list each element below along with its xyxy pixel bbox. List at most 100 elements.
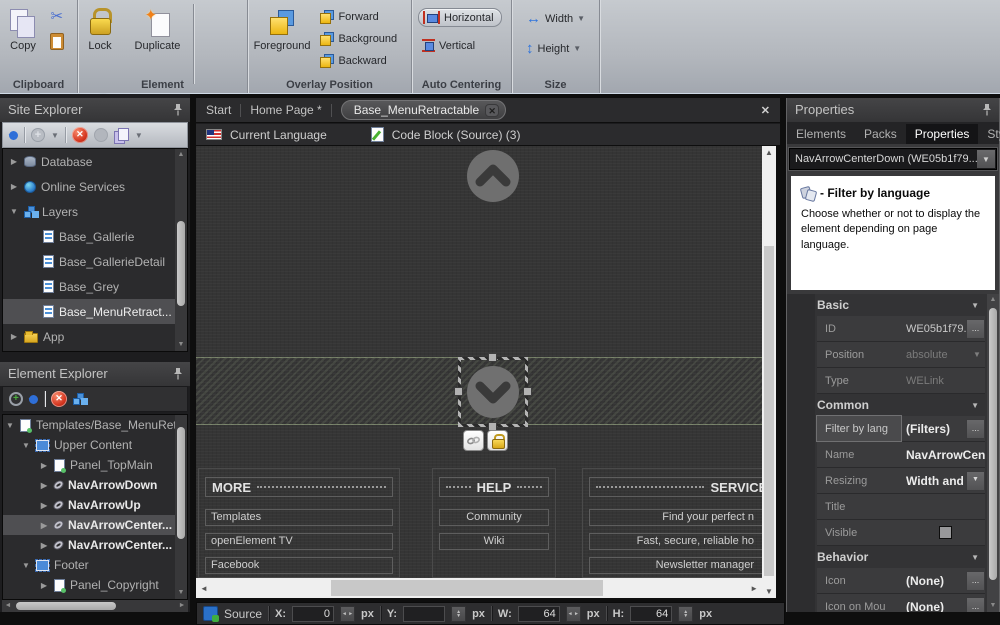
tree-item-base-grey[interactable]: Base_Grey — [3, 274, 187, 299]
footer-link[interactable]: Wiki — [439, 533, 549, 550]
foreground-button[interactable]: Foreground — [248, 0, 316, 72]
collapse-icon[interactable]: ▼ — [971, 401, 979, 410]
zoom-icon[interactable]: + — [9, 392, 23, 406]
pin-icon[interactable] — [173, 104, 183, 116]
scroll-down-icon[interactable]: ▼ — [762, 587, 776, 596]
scrollbar-thumb[interactable] — [177, 221, 185, 306]
scroll-down-icon[interactable]: ▼ — [175, 339, 187, 351]
expander-icon[interactable]: ▼ — [21, 561, 31, 570]
tree-item-base-menuretractable[interactable]: Base_MenuRetract... — [3, 299, 187, 324]
scroll-down-icon[interactable]: ▼ — [175, 587, 187, 599]
tab-start[interactable]: Start — [206, 103, 231, 117]
nav-arrow-up-graphic[interactable] — [466, 149, 520, 203]
chevron-down-icon[interactable]: ▼ — [977, 150, 995, 168]
forward-button[interactable]: Forward — [320, 7, 397, 26]
section-header-behavior[interactable]: Behavior ▼ — [817, 546, 985, 568]
footer-link[interactable]: Fast, secure, reliable ho — [589, 533, 762, 550]
horizontal-center-button[interactable]: Horizontal — [418, 8, 502, 27]
cut-icon[interactable]: ✂ — [50, 9, 64, 24]
tree-item-navarrowdown[interactable]: ▶NavArrowDown — [3, 475, 187, 495]
property-row-position[interactable]: Position absolute ▼ — [817, 342, 985, 368]
scroll-left-icon[interactable]: ◄ — [200, 584, 208, 593]
ellipsis-button[interactable]: ... — [966, 597, 985, 613]
expander-icon[interactable]: ▼ — [21, 441, 31, 450]
section-header-basic[interactable]: Basic ▼ — [817, 294, 985, 316]
tree-item-navarrowcenter[interactable]: ▶NavArrowCenter... — [3, 535, 187, 555]
refresh-icon[interactable] — [29, 395, 38, 404]
h-input[interactable] — [630, 606, 672, 622]
footer-link[interactable]: Community — [439, 509, 549, 526]
property-row-name[interactable]: Name NavArrowCen... — [817, 442, 985, 468]
expander-icon[interactable]: ▶ — [39, 541, 49, 550]
expander-icon[interactable]: ▶ — [39, 461, 49, 470]
tab-base-menuretractable[interactable]: Base_MenuRetractable ✕ — [341, 100, 506, 120]
canvas-scrollbar-vertical[interactable]: ▲ ▼ — [762, 146, 776, 598]
tree-item-navarrowcenter-selected[interactable]: ▶NavArrowCenter... — [3, 515, 187, 535]
width-button[interactable]: ↔ Width ▼ — [522, 9, 592, 28]
property-row-icon-on-mouse[interactable]: Icon on Mou (None) ... — [817, 594, 985, 612]
expander-icon[interactable]: ▶ — [39, 581, 49, 590]
tab-properties[interactable]: Properties — [906, 124, 979, 144]
expander-icon[interactable]: ▶ — [9, 157, 19, 166]
pin-icon[interactable] — [173, 368, 183, 380]
h-stepper[interactable]: ▲▼ — [678, 606, 693, 622]
pin-icon[interactable] — [982, 104, 992, 116]
height-button[interactable]: ↕ Height ▼ — [522, 39, 588, 58]
selection-handle[interactable] — [454, 387, 463, 396]
lock-tool-button[interactable] — [487, 430, 508, 451]
lock-button[interactable]: Lock — [78, 0, 122, 72]
add-icon[interactable]: + — [31, 128, 45, 142]
expander-icon[interactable]: ▶ — [9, 332, 19, 341]
expander-icon[interactable]: ▶ — [9, 182, 19, 191]
chevron-down-icon[interactable]: ▼ — [135, 131, 143, 140]
property-row-icon[interactable]: Icon (None) ... — [817, 568, 985, 594]
scroll-left-icon[interactable]: ◄ — [2, 600, 14, 612]
selection-frame[interactable] — [458, 357, 528, 427]
w-stepper[interactable]: ◄ ► — [566, 606, 581, 622]
selection-handle[interactable] — [523, 387, 532, 396]
scroll-up-icon[interactable]: ▲ — [175, 149, 187, 161]
scroll-right-icon[interactable]: ► — [176, 600, 188, 612]
w-input[interactable] — [518, 606, 560, 622]
copy-button[interactable]: Copy — [0, 0, 46, 72]
expander-icon[interactable]: ▶ — [39, 481, 49, 490]
tree-item-base-gallerie[interactable]: Base_Gallerie — [3, 224, 187, 249]
expander-icon[interactable]: ▶ — [39, 521, 49, 530]
x-input[interactable] — [292, 606, 334, 622]
nav-arrow-down-graphic[interactable] — [466, 365, 520, 419]
tab-packs[interactable]: Packs — [855, 124, 906, 144]
tree-item-template-root[interactable]: ▼Templates/Base_MenuRet... — [3, 415, 187, 435]
tree-item-footer[interactable]: ▼Footer — [3, 555, 187, 575]
footer-link[interactable]: Find your perfect n — [589, 509, 762, 526]
ellipsis-button[interactable]: ... — [966, 571, 985, 591]
tree-item-app[interactable]: ▶App — [3, 324, 187, 349]
scrollbar-thumb[interactable] — [177, 427, 185, 539]
link-tool-button[interactable] — [463, 430, 484, 451]
tree-item-panel-topmain[interactable]: ▶Panel_TopMain — [3, 455, 187, 475]
footer-link[interactable]: Templates — [205, 509, 393, 526]
expander-icon[interactable]: ▶ — [39, 501, 49, 510]
property-row-filter-by-language[interactable]: Filter by lang (Filters) ... — [817, 416, 985, 442]
tree-item-panel-copyright[interactable]: ▶Panel_Copyright — [3, 575, 187, 595]
tree-item-base-galleriedetail[interactable]: Base_GallerieDetail — [3, 249, 187, 274]
scrollbar-thumb[interactable] — [989, 308, 997, 580]
canvas-scrollbar-horizontal[interactable]: ◄ ► — [196, 578, 762, 598]
property-row-resizing[interactable]: Resizing Width and ... ▼ — [817, 468, 985, 494]
code-block-button[interactable]: Code Block (Source) (3) — [392, 128, 521, 142]
delete-icon[interactable]: ✕ — [51, 391, 67, 407]
tree-item-online-services[interactable]: ▶Online Services — [3, 174, 187, 199]
close-icon[interactable]: ✕ — [485, 104, 499, 117]
collapse-icon[interactable]: ▼ — [971, 301, 979, 310]
vertical-center-button[interactable]: Vertical — [418, 36, 482, 55]
scrollbar-thumb[interactable] — [16, 602, 116, 610]
close-icon[interactable]: ✕ — [761, 104, 770, 117]
background-button[interactable]: Background — [320, 29, 397, 48]
refresh-icon[interactable] — [9, 131, 18, 140]
collapse-icon[interactable]: ▼ — [971, 553, 979, 562]
footer-link[interactable]: Newsletter manager — [589, 557, 762, 574]
current-language-button[interactable]: Current Language — [230, 128, 327, 142]
scrollbar-vertical[interactable]: ▲ ▼ — [987, 294, 999, 612]
property-row-id[interactable]: ID WE05b1f79... ... — [817, 316, 985, 342]
tree-item-layers[interactable]: ▼Layers — [3, 199, 187, 224]
styles-icon[interactable] — [73, 393, 88, 405]
